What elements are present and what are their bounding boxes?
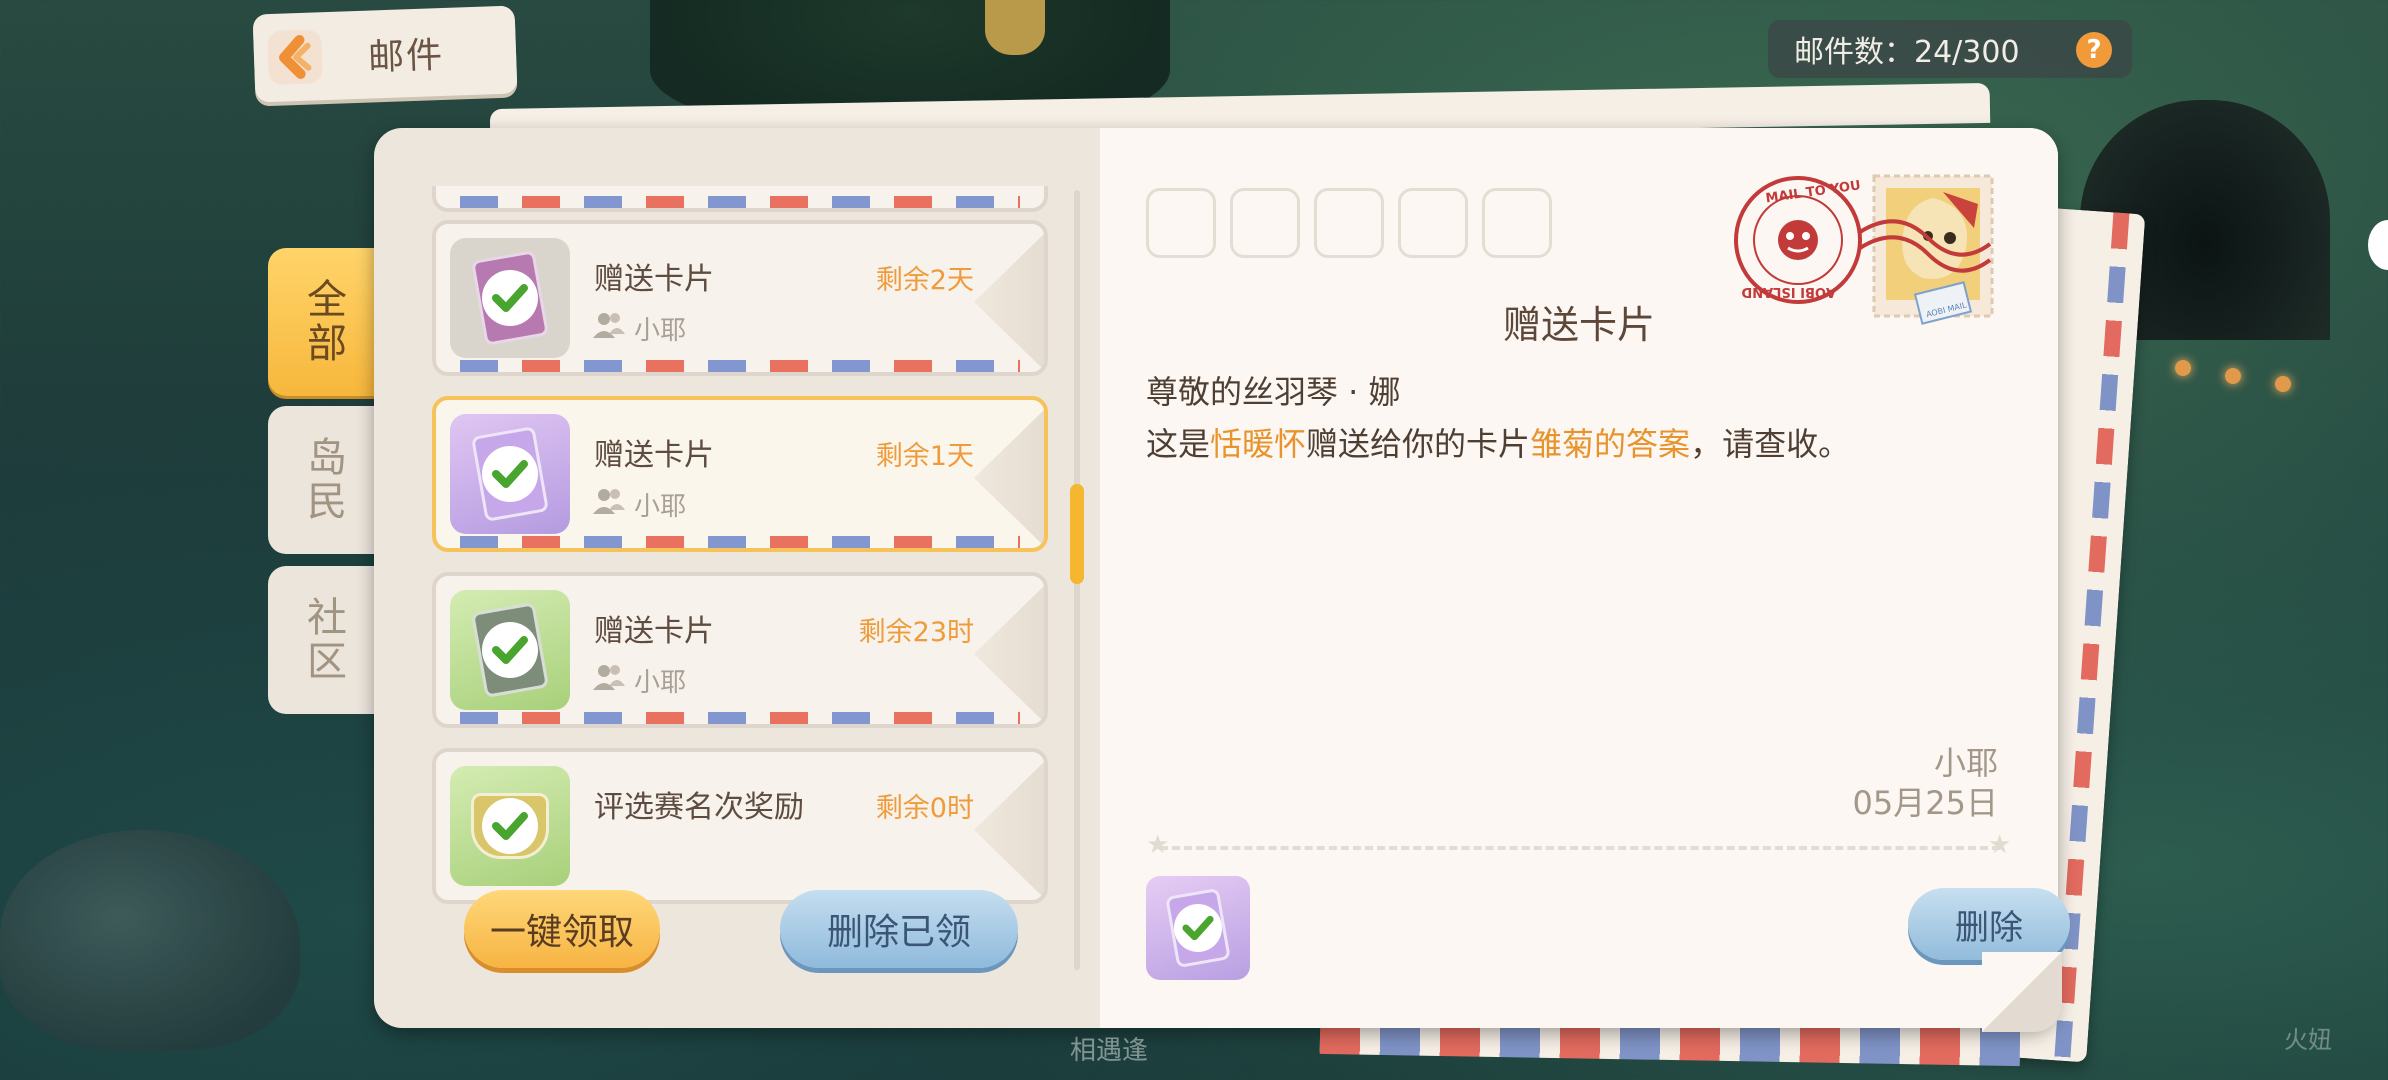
card-thumbnail — [450, 590, 570, 710]
envelope-flap — [974, 410, 1044, 546]
star-icon: ★ — [1988, 830, 2012, 860]
help-icon[interactable]: ? — [2076, 32, 2112, 68]
code-box — [1482, 188, 1552, 258]
background-lamp — [2225, 368, 2241, 384]
mail-item-title: 赠送卡片 — [594, 614, 714, 649]
tab-islanders[interactable]: 岛民 — [268, 406, 378, 554]
claim-all-button[interactable]: 一键领取 — [464, 890, 660, 968]
delete-button[interactable]: 删除 — [1908, 888, 2070, 960]
back-arrow-icon — [263, 25, 327, 89]
checkmark-icon — [482, 622, 538, 678]
delete-read-button[interactable]: 删除已领 — [780, 890, 1018, 968]
back-button[interactable]: 邮件 — [252, 5, 518, 103]
card-thumbnail — [450, 414, 570, 534]
tab-community-label: 社区 — [300, 596, 346, 684]
mail-item-remaining: 剩余2天 — [875, 265, 974, 296]
airmail-stripe — [460, 360, 1020, 372]
letter-text: 这是 — [1146, 425, 1211, 463]
letter-date: 05月25日 — [1852, 784, 1998, 822]
envelope-flap — [974, 762, 1044, 898]
letter-pane: AOBI MAIL MAIL TO YOU AOBI ISLAND 赠送卡片 尊… — [1100, 128, 2070, 1032]
mail-item-sender: 小耶 — [634, 492, 687, 522]
star-icon: ★ — [1146, 830, 1170, 860]
mail-item[interactable]: 赠送卡片 小耶 剩余23时 — [432, 572, 1048, 728]
watermark: 火妞 — [2284, 1026, 2332, 1054]
tab-all-label: 全部 — [300, 278, 346, 366]
mail-item-title: 赠送卡片 — [594, 262, 714, 297]
letter-message: 这是恬暖怀赠送给你的卡片雏菊的答案，请查收。 — [1146, 418, 2006, 470]
background-turtle — [0, 830, 300, 1050]
airmail-stripe — [460, 536, 1020, 548]
divider — [1160, 846, 2000, 850]
page-title: 邮件 — [367, 34, 445, 79]
people-icon — [592, 486, 626, 516]
mail-count-label: 邮件数：24/300 — [1794, 35, 2020, 70]
code-box — [1314, 188, 1384, 258]
people-icon — [592, 662, 626, 692]
card-name: 雏菊的答案 — [1530, 425, 1691, 463]
mail-list[interactable]: 赠送卡片 小耶 剩余2天 赠送卡片 小耶 剩余1天 赠送卡片 小耶 剩余23时 … — [432, 186, 1052, 972]
airmail-stripe — [460, 712, 1020, 724]
page-corner-fold — [1982, 952, 2062, 1032]
tab-community[interactable]: 社区 — [268, 566, 378, 714]
mail-item[interactable]: 赠送卡片 小耶 剩余2天 — [432, 220, 1048, 376]
attachment-card[interactable] — [1146, 876, 1250, 980]
tab-all[interactable]: 全部 — [268, 248, 378, 396]
letter-title: 赠送卡片 — [1502, 303, 1655, 347]
mail-item-hidden[interactable] — [432, 186, 1048, 212]
mail-item-title: 赠送卡片 — [594, 438, 714, 473]
checkmark-icon — [482, 798, 538, 854]
trophy-thumbnail — [450, 766, 570, 886]
envelope-flap — [974, 234, 1044, 370]
scrollbar-thumb[interactable] — [1070, 484, 1084, 584]
background-lamp — [2175, 360, 2191, 376]
mail-item[interactable]: 评选赛名次奖励 剩余0时 — [432, 748, 1048, 904]
mail-item-sender: 小耶 — [634, 316, 687, 346]
code-box — [1146, 188, 1216, 258]
giver-name: 恬暖怀 — [1210, 425, 1307, 463]
code-boxes — [1146, 188, 1552, 258]
code-box — [1398, 188, 1468, 258]
mail-item-remaining: 剩余0时 — [875, 793, 974, 824]
mail-item-remaining: 剩余23时 — [858, 617, 974, 648]
mail-count-badge: 邮件数：24/300 ? — [1768, 20, 2132, 78]
edge-button[interactable] — [2368, 220, 2388, 270]
people-icon — [592, 310, 626, 340]
mail-list-pane: 赠送卡片 小耶 剩余2天 赠送卡片 小耶 剩余1天 赠送卡片 小耶 剩余23时 … — [374, 128, 1100, 1028]
checkmark-icon — [1174, 904, 1222, 952]
letter-text: 赠送给你的卡片 — [1306, 425, 1531, 463]
envelope-flap — [974, 586, 1044, 722]
background-beehive — [985, 0, 1045, 55]
code-box — [1230, 188, 1300, 258]
letter-greeting: 尊敬的丝羽琴 · 娜 — [1146, 373, 1401, 411]
letter-body: 尊敬的丝羽琴 · 娜 这是恬暖怀赠送给你的卡片雏菊的答案，请查收。 — [1146, 366, 2006, 470]
mail-item-sender: 小耶 — [634, 668, 687, 698]
checkmark-icon — [482, 270, 538, 326]
card-thumbnail — [450, 238, 570, 358]
mail-panel: 赠送卡片 小耶 剩余2天 赠送卡片 小耶 剩余1天 赠送卡片 小耶 剩余23时 … — [374, 128, 2070, 1032]
tab-islanders-label: 岛民 — [300, 436, 346, 524]
mail-item-remaining: 剩余1天 — [875, 441, 974, 472]
background-lamp — [2275, 376, 2291, 392]
checkmark-icon — [482, 446, 538, 502]
mail-item-selected[interactable]: 赠送卡片 小耶 剩余1天 — [432, 396, 1048, 552]
letter-text: ，请查收。 — [1690, 425, 1851, 463]
background-text: 相遇逢 — [1070, 1036, 1149, 1066]
mail-item-title: 评选赛名次奖励 — [594, 790, 804, 825]
